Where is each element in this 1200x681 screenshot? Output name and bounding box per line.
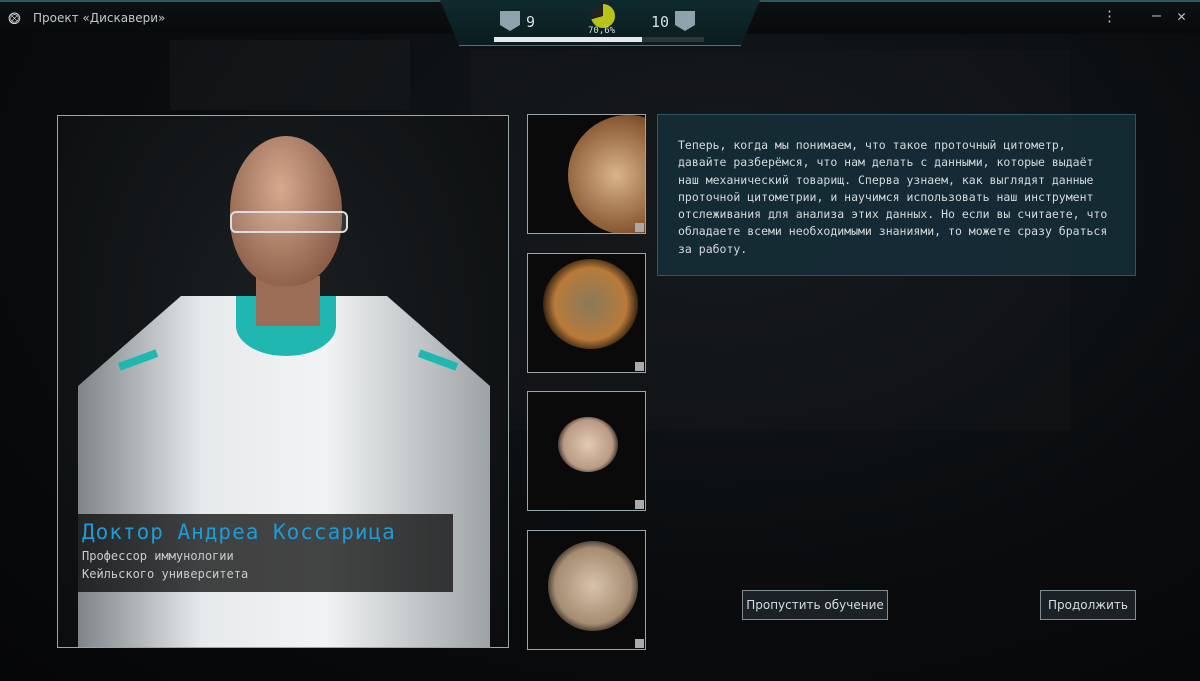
cell-image[interactable]: [527, 391, 646, 511]
window-title: Проект «Дискавери»: [33, 11, 166, 25]
close-icon[interactable]: ✕: [1177, 7, 1186, 25]
minimize-icon[interactable]: —: [1152, 6, 1161, 24]
skip-tutorial-button[interactable]: Пропустить обучение: [742, 590, 888, 620]
tutorial-text: Теперь, когда мы понимаем, что такое про…: [678, 138, 1108, 256]
corner-marker: [635, 500, 644, 509]
character-portrait: Доктор Андреа Коссарица Профессор иммуно…: [57, 115, 509, 648]
project-discovery-icon: ⨷: [8, 9, 21, 28]
cell-image[interactable]: [527, 253, 646, 373]
cell-image[interactable]: [527, 114, 646, 234]
next-rank: 10: [651, 13, 670, 31]
gauge-icon: [591, 4, 615, 28]
current-rank: 9: [526, 13, 536, 31]
nameplate: Доктор Андреа Коссарица Профессор иммуно…: [78, 514, 453, 592]
progress-percent: 70,6%: [588, 26, 616, 36]
progress-bar: [494, 37, 704, 42]
corner-marker: [635, 362, 644, 371]
character-title-2: Кейльского университета: [82, 567, 249, 581]
cell-image[interactable]: [527, 530, 646, 650]
glasses: [230, 211, 348, 233]
progress-fill: [494, 37, 643, 42]
more-vertical-icon[interactable]: ⋮: [1102, 7, 1117, 25]
character-title-1: Профессор иммунологии: [82, 549, 234, 563]
tutorial-text-box: Теперь, когда мы понимаем, что такое про…: [657, 114, 1136, 276]
continue-button[interactable]: Продолжить: [1040, 590, 1136, 620]
corner-marker: [635, 223, 644, 232]
background-panel: [170, 40, 410, 110]
corner-marker: [635, 639, 644, 648]
character-name: Доктор Андреа Коссарица: [82, 520, 396, 544]
